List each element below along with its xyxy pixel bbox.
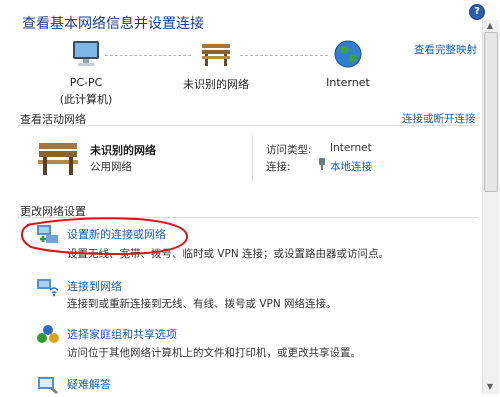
bench-icon (200, 40, 232, 71)
map-line-2 (240, 55, 328, 56)
pc-sublabel: (此计算机) (59, 93, 113, 106)
help-icon[interactable]: ? (469, 4, 485, 20)
scrollbar-thumb[interactable] (484, 32, 498, 192)
network-name: 未识别的网络 (90, 144, 156, 157)
computer-icon (70, 38, 102, 73)
network-type-link[interactable]: 公用网络 (90, 159, 132, 174)
homegroup-icon (36, 324, 60, 349)
red-annotation-circle (17, 216, 193, 261)
troubleshoot-link[interactable]: 疑难解答 (67, 376, 111, 392)
homegroup-desc: 访问位于其他网络计算机上的文件和打印机，或更改共享设置。 (67, 347, 361, 359)
connect-disconnect-link[interactable]: 连接或断开连接 (402, 111, 476, 126)
connect-network-icon (36, 276, 60, 301)
vertical-divider (252, 135, 253, 181)
connect-network-desc: 连接到或重新连接到无线、有线、拨号或 VPN 网络连接。 (67, 298, 337, 310)
local-connection-link[interactable]: 本地连接 (330, 159, 372, 174)
view-full-map-link[interactable]: 查看完整映射 (414, 42, 477, 57)
pc-label: PC-PC (69, 76, 103, 89)
connect-network-link[interactable]: 连接到网络 (67, 278, 122, 294)
scroll-down-icon[interactable]: ▼ (484, 382, 496, 392)
network-bench-icon (36, 138, 80, 181)
homegroup-link[interactable]: 选择家庭组和共享选项 (67, 326, 177, 342)
page-title: 查看基本网络信息并设置连接 (22, 16, 204, 32)
section-divider (18, 125, 478, 126)
globe-icon (332, 38, 364, 73)
network-label: 未识别的网络 (183, 78, 249, 91)
access-type-value: Internet (330, 142, 372, 154)
internet-label: Internet (326, 76, 370, 89)
map-line-1 (105, 55, 191, 56)
ethernet-icon (317, 157, 327, 174)
scroll-up-icon[interactable]: ▲ (484, 21, 496, 31)
connections-label: 连接: (266, 161, 291, 173)
access-type-label: 访问类型: (266, 144, 312, 156)
